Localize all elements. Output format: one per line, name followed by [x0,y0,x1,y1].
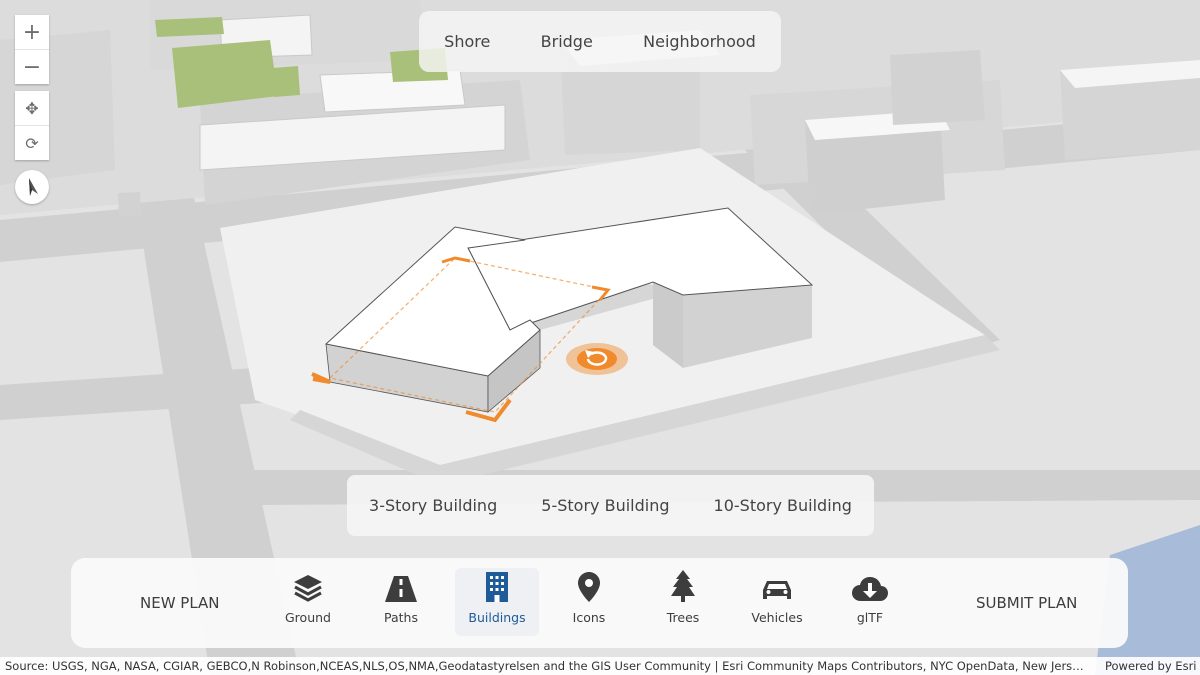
tool-label: glTF [856,610,884,625]
option-10-story[interactable]: 10-Story Building [714,496,852,515]
tool-vehicles[interactable]: Vehicles [735,568,819,636]
zoom-out-icon: − [22,54,42,80]
zoom-control: + − [15,15,49,84]
submit-plan-button[interactable]: SUBMIT PLAN [976,558,1077,648]
tool-label: Paths [384,610,418,625]
bookmark-neighborhood[interactable]: Neighborhood [643,32,756,51]
tool-paths[interactable]: Paths [359,568,443,636]
pan-button[interactable]: ✥ [15,91,49,125]
bottom-toolbar: NEW PLAN Ground Paths Buildings Icons Tr… [71,558,1128,648]
tool-label: Trees [666,610,700,625]
rotate-icon: ⟳ [25,133,39,153]
zoom-in-icon: + [22,19,42,45]
bookmark-bar: Shore Bridge Neighborhood [419,11,781,72]
building-icon [486,572,508,602]
layers-icon [294,575,322,602]
attribution-bar: Source: USGS, NGA, NASA, CGIAR, GEBCO,N … [0,657,1200,675]
tool-icons[interactable]: Icons [547,568,631,636]
tool-buildings[interactable]: Buildings [455,568,539,636]
bookmark-bridge[interactable]: Bridge [541,32,593,51]
compass-button[interactable] [15,170,49,204]
rotate-button[interactable]: ⟳ [15,125,49,160]
attribution-source[interactable]: Source: USGS, NGA, NASA, CGIAR, GEBCO,N … [0,659,1095,673]
new-plan-button[interactable]: NEW PLAN [140,558,220,648]
tool-label: Icons [572,610,606,625]
tree-icon [671,570,695,602]
compass-icon [29,178,38,196]
cloud-download-icon [852,577,888,601]
navigation-toggle: ✥ ⟳ [15,91,49,160]
pan-icon: ✥ [25,98,39,118]
map-pin-icon [578,572,600,602]
bookmark-shore[interactable]: Shore [444,32,490,51]
tool-label: Ground [285,610,331,625]
option-3-story[interactable]: 3-Story Building [369,496,497,515]
option-5-story[interactable]: 5-Story Building [541,496,669,515]
tool-label: Vehicles [751,610,803,625]
tool-ground[interactable]: Ground [266,568,350,636]
powered-by-esri-link[interactable]: Powered by Esri [1095,659,1197,673]
tool-label: Buildings [468,610,526,625]
tool-gltf[interactable]: glTF [828,568,912,636]
car-icon [763,581,791,599]
road-icon [385,576,417,602]
rotate-handle-icon[interactable] [566,343,628,375]
zoom-in-button[interactable]: + [15,15,49,49]
tool-trees[interactable]: Trees [641,568,725,636]
building-options-panel: 3-Story Building 5-Story Building 10-Sto… [347,475,874,536]
zoom-out-button[interactable]: − [15,49,49,84]
